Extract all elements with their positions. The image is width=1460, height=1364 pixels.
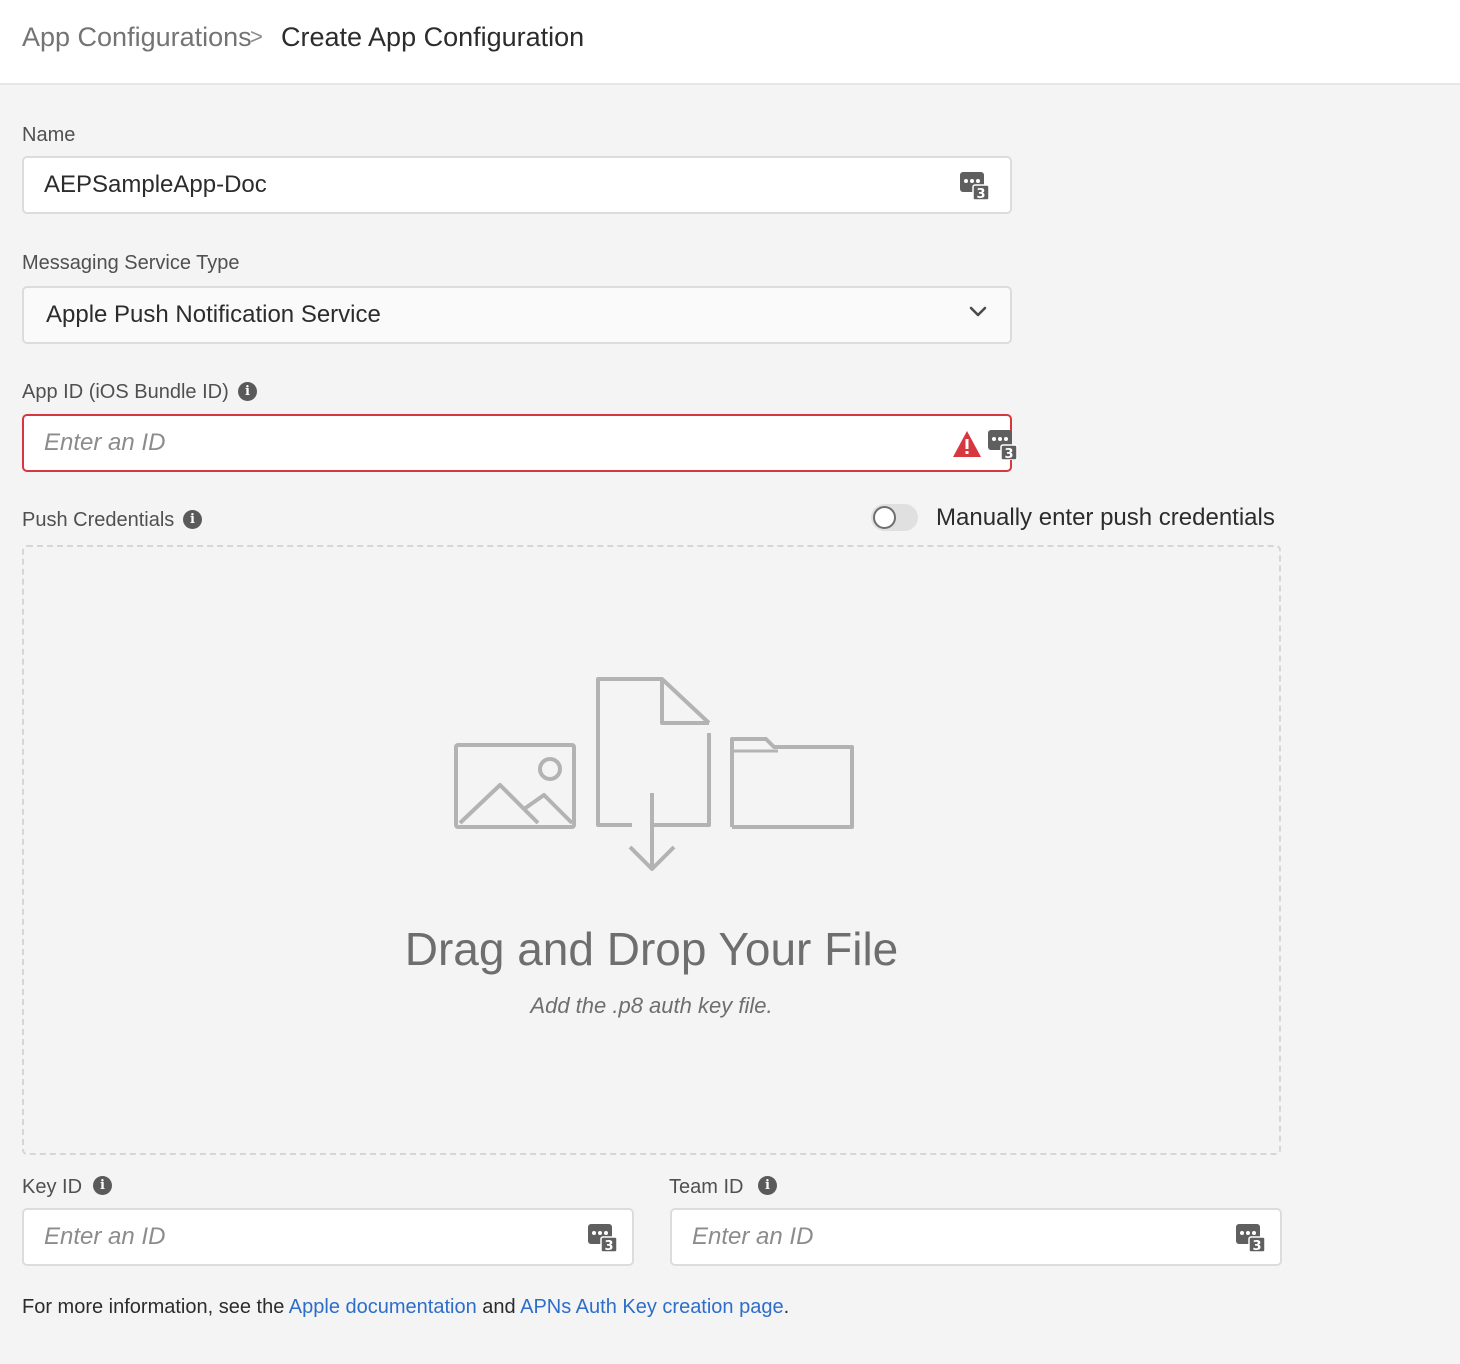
messaging-service-type-label: Messaging Service Type: [22, 252, 240, 274]
password-manager-badge: 3: [1252, 1239, 1261, 1252]
app-id-label: App ID (iOS Bundle ID): [22, 381, 229, 403]
team-id-field[interactable]: 3: [670, 1208, 1282, 1266]
footer-suffix: .: [783, 1296, 790, 1318]
password-manager-icon[interactable]: 3: [1236, 1222, 1266, 1252]
breadcrumb-app-configurations[interactable]: App Configurations: [22, 22, 252, 53]
key-id-info-icon[interactable]: i: [93, 1176, 112, 1195]
password-manager-icon[interactable]: 3: [588, 1222, 618, 1252]
toggle-knob: [873, 506, 896, 529]
manual-credentials-toggle-label[interactable]: Manually enter push credentials: [936, 504, 1275, 532]
password-manager-icon[interactable]: 3: [960, 170, 990, 200]
key-id-field[interactable]: 3: [22, 1208, 634, 1266]
apple-documentation-link[interactable]: Apple documentation: [289, 1296, 477, 1318]
key-id-label: Key ID: [22, 1176, 83, 1198]
name-field[interactable]: 3: [22, 156, 1012, 214]
messaging-service-type-select[interactable]: Apple Push Notification Service: [22, 286, 1012, 344]
app-id-info-icon[interactable]: i: [238, 382, 257, 401]
breadcrumb-current-page: Create App Configuration: [281, 22, 585, 52]
password-manager-icon[interactable]: 3: [988, 430, 1018, 460]
dropzone-title: Drag and Drop Your File: [404, 923, 899, 975]
chevron-down-icon: [969, 306, 987, 317]
password-manager-badge: 3: [1004, 447, 1013, 460]
password-manager-badge: 3: [976, 187, 985, 200]
file-dropzone[interactable]: Drag and Drop Your File Add the .p8 auth…: [22, 545, 1281, 1155]
drag-drop-illustration-icon: [454, 677, 854, 871]
footer-middle: and: [476, 1296, 521, 1318]
password-manager-badge: 3: [604, 1239, 613, 1252]
team-id-input[interactable]: [692, 1210, 1220, 1264]
push-credentials-info-icon[interactable]: i: [183, 510, 202, 529]
key-id-input[interactable]: [44, 1210, 572, 1264]
footer-prefix: For more information, see the: [22, 1296, 289, 1318]
app-id-field[interactable]: 3: [22, 414, 1018, 472]
dropzone-subtitle: Add the .p8 auth key file.: [530, 993, 773, 1018]
name-input[interactable]: [44, 158, 950, 212]
manual-credentials-toggle[interactable]: [871, 504, 918, 531]
page-header: App Configurations > Create App Configur…: [0, 0, 1460, 85]
alert-icon: [953, 431, 981, 457]
apns-auth-key-link[interactable]: APNs Auth Key creation page: [520, 1296, 784, 1318]
team-id-label: Team ID: [669, 1176, 744, 1198]
team-id-info-icon[interactable]: i: [758, 1176, 777, 1195]
messaging-service-type-value: Apple Push Notification Service: [46, 301, 381, 328]
app-id-input[interactable]: [44, 416, 950, 470]
footer-note: For more information, see the Apple docu…: [22, 1296, 789, 1319]
push-credentials-label: Push Credentials: [22, 509, 175, 531]
name-label: Name: [22, 124, 76, 146]
breadcrumb-separator: >: [250, 24, 263, 49]
